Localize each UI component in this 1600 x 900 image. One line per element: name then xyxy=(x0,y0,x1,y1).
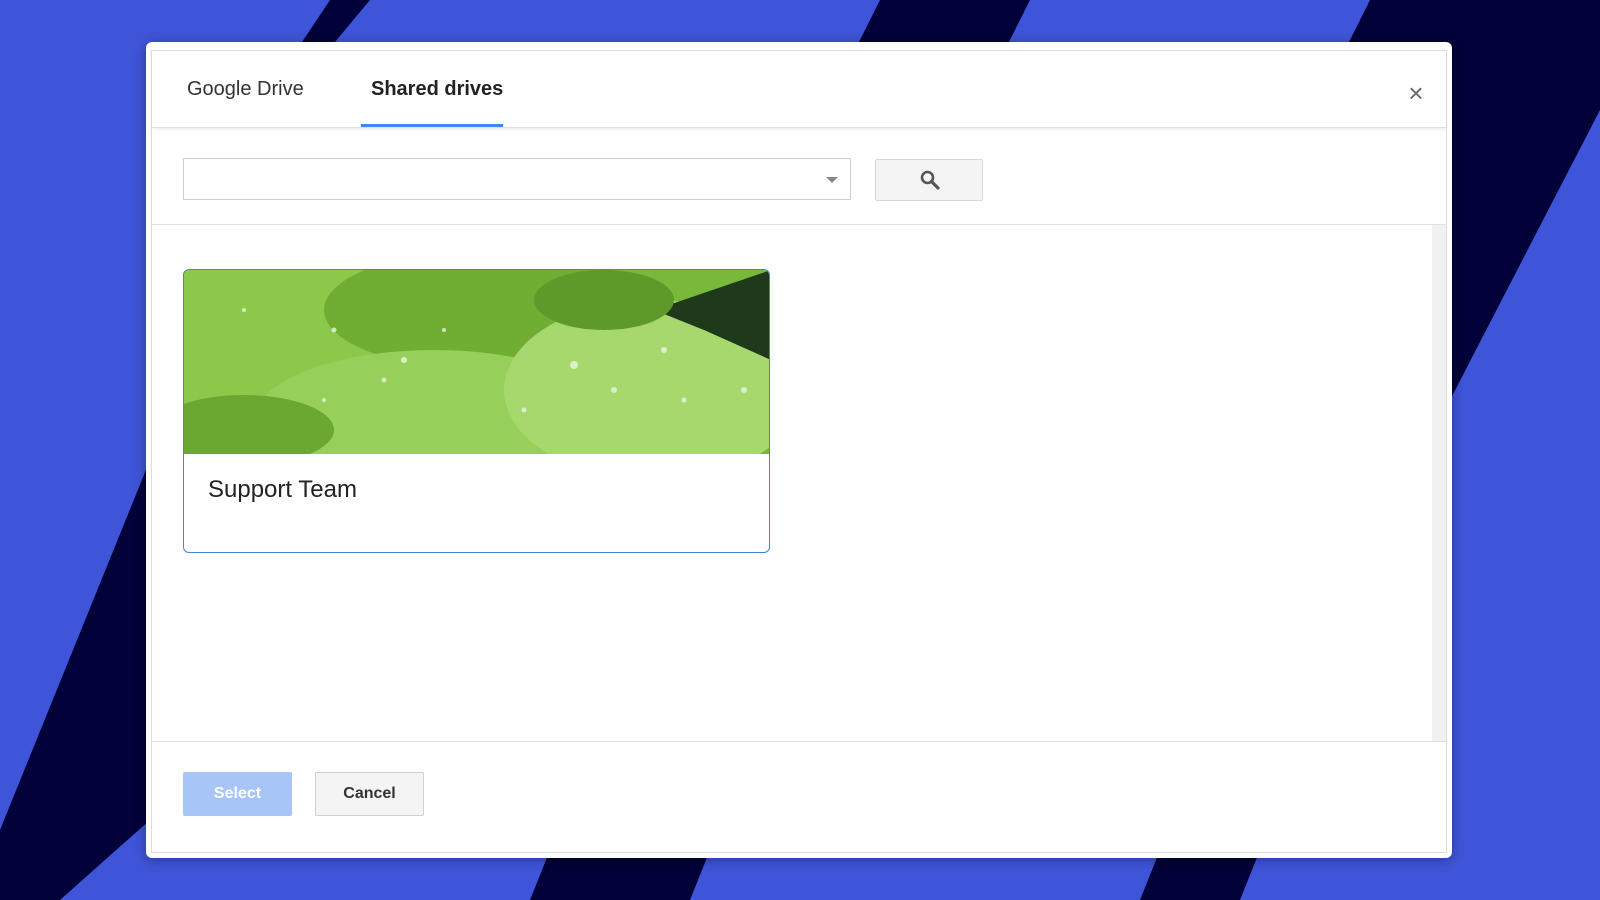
search-toolbar xyxy=(152,128,1446,225)
search-input[interactable] xyxy=(192,159,816,201)
shared-drive-card[interactable]: Support Team xyxy=(183,269,770,553)
search-combobox[interactable] xyxy=(183,158,851,201)
drive-theme-image xyxy=(184,270,769,454)
close-icon[interactable]: × xyxy=(1404,80,1428,106)
search-button[interactable] xyxy=(875,159,983,201)
search-icon xyxy=(920,170,940,190)
chevron-down-icon[interactable] xyxy=(826,177,838,183)
select-button[interactable]: Select xyxy=(183,772,292,816)
tab-shared-drives[interactable]: Shared drives xyxy=(365,51,509,127)
dialog-footer: Select Cancel xyxy=(152,741,1446,852)
tab-bar: Google Drive Shared drives × xyxy=(152,51,1446,128)
dialog-body: Google Drive Shared drives × Support Tea… xyxy=(151,50,1447,853)
drive-name: Support Team xyxy=(208,476,357,503)
scrollbar[interactable] xyxy=(1432,225,1446,743)
drives-grid: Support Team xyxy=(152,225,1446,743)
tab-google-drive[interactable]: Google Drive xyxy=(181,51,310,127)
drive-picker-dialog: Google Drive Shared drives × Support Tea… xyxy=(146,42,1452,858)
cancel-button[interactable]: Cancel xyxy=(315,772,424,816)
active-tab-indicator xyxy=(361,124,503,127)
